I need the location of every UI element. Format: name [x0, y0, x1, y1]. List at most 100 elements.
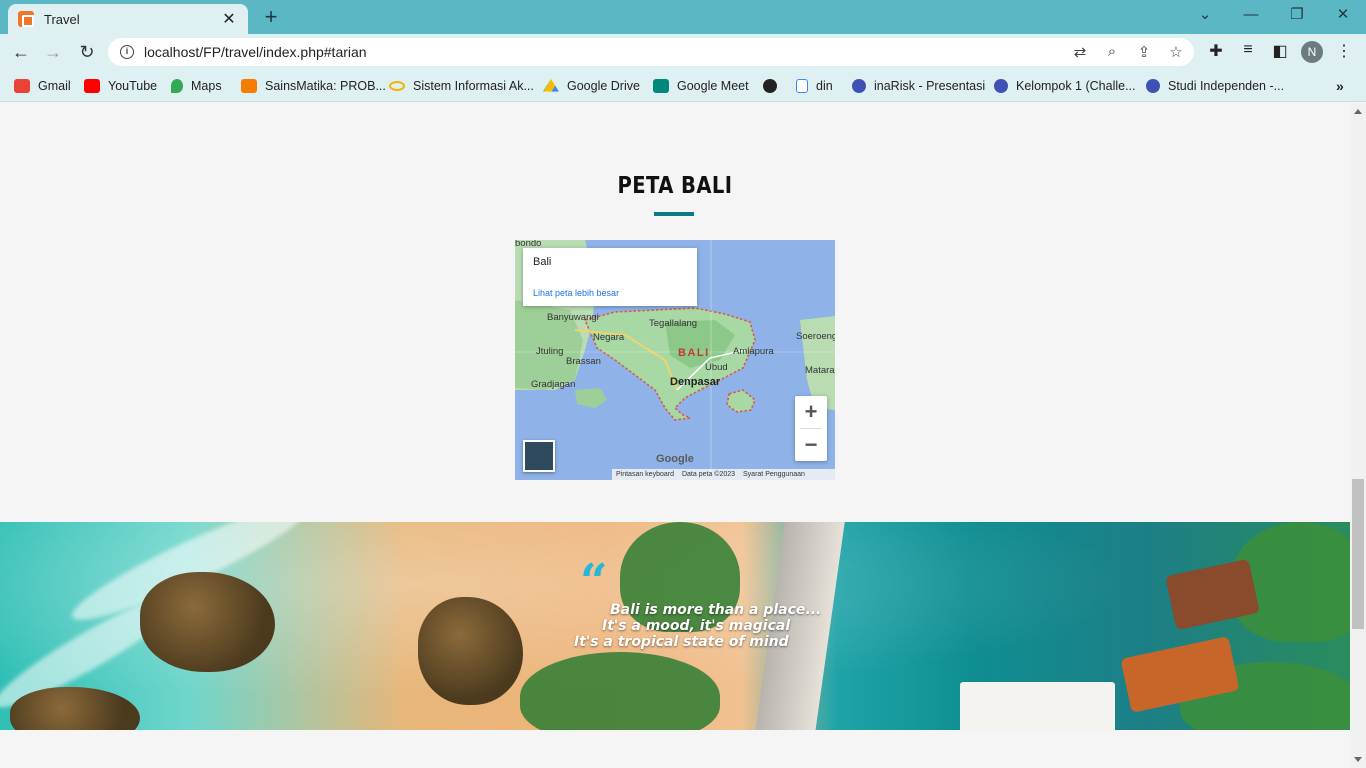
profile-avatar[interactable]: N	[1301, 41, 1323, 63]
tab-search-chevron-icon[interactable]: ⌄	[1182, 4, 1228, 26]
drive-icon	[543, 79, 559, 92]
bookmark-maps[interactable]: Maps	[171, 76, 222, 96]
bookmark-label: Gmail	[38, 79, 71, 93]
c-logo-icon	[852, 79, 866, 93]
c-logo-icon	[1146, 79, 1160, 93]
globe-icon	[763, 79, 777, 93]
close-window-button[interactable]: ✕	[1320, 4, 1366, 26]
terms-link[interactable]: Syarat Penggunaan	[743, 471, 805, 478]
xampp-favicon-icon	[18, 11, 34, 27]
bookmark-label: Maps	[191, 79, 222, 93]
map-attribution: Pintasan keyboard Data peta ©2023 Syarat…	[612, 469, 835, 480]
menu-kebab-icon[interactable]: ⋮	[1333, 41, 1355, 61]
bookmark-star-icon[interactable]: ☆	[1166, 43, 1186, 61]
more-bookmarks-chevron-icon[interactable]: »	[1336, 76, 1344, 96]
zoom-in-button[interactable]: +	[795, 396, 827, 428]
bookmark-din[interactable]: din	[796, 76, 833, 96]
reading-list-icon[interactable]: ≡	[1237, 41, 1259, 59]
section-title: PETA BALI	[617, 173, 733, 199]
zoom-out-button[interactable]: −	[795, 429, 827, 461]
address-bar[interactable]: i localhost/FP/travel/index.php#tarian ⇄…	[108, 38, 1194, 66]
meet-icon	[653, 79, 669, 93]
bookmark-google-meet[interactable]: Google Meet	[653, 76, 749, 96]
bookmarks-bar: Gmail YouTube Maps SainsMatika: PROB... …	[0, 70, 1366, 102]
map-label-mataram: Matara	[805, 365, 835, 376]
minimize-button[interactable]: —	[1228, 4, 1274, 26]
page-content: PETA BALI bondo Banyuwangi Tegallalang N…	[0, 103, 1350, 768]
bookmark-label: Sistem Informasi Ak...	[413, 79, 534, 93]
youtube-icon	[84, 79, 100, 93]
scroll-up-arrow-icon[interactable]	[1354, 109, 1362, 114]
browser-tab[interactable]: Travel ✕	[8, 4, 248, 34]
bookmark-label: Google Drive	[567, 79, 640, 93]
map-label-bali: BALI	[678, 347, 710, 359]
beach-rock	[140, 572, 275, 672]
browser-toolbar: ← → ↻ i localhost/FP/travel/index.php#ta…	[0, 34, 1366, 70]
map-label-amlapura: Amlapura	[733, 346, 774, 357]
blogger-icon	[241, 79, 257, 93]
google-logo: Google	[656, 453, 694, 465]
bookmark-google-drive[interactable]: Google Drive	[543, 76, 640, 96]
bookmark-sainsmatika[interactable]: SainsMatika: PROB...	[241, 76, 386, 96]
quote-mark-icon: “	[580, 554, 608, 610]
translate-icon[interactable]: ⇄	[1070, 43, 1090, 61]
close-tab-icon[interactable]: ✕	[220, 9, 238, 29]
bookmark-label: YouTube	[108, 79, 158, 93]
title-underline	[654, 212, 694, 216]
bookmark-label: Kelompok 1 (Challe...	[1016, 79, 1136, 93]
tab-strip: Travel ✕ + ⌄ — ❐ ✕	[0, 0, 1366, 34]
bookmark-inarisk[interactable]: inaRisk - Presentasi	[852, 76, 985, 96]
view-larger-map-link[interactable]: Lihat peta lebih besar	[533, 288, 619, 298]
bookmark-label: inaRisk - Presentasi	[874, 79, 986, 93]
page-scrollbar[interactable]	[1350, 103, 1366, 768]
c-logo-icon	[994, 79, 1008, 93]
bookmark-kelompok[interactable]: Kelompok 1 (Challe...	[994, 76, 1136, 96]
site-info-icon[interactable]: i	[120, 45, 134, 59]
document-icon	[796, 79, 808, 93]
bookmark-label: din	[816, 79, 833, 93]
tab-title: Travel	[44, 11, 80, 27]
beach-rock	[418, 597, 523, 705]
map-label-brassan: Brassan	[566, 356, 601, 367]
scroll-down-arrow-icon[interactable]	[1354, 757, 1362, 762]
url-text[interactable]: localhost/FP/travel/index.php#tarian	[144, 44, 367, 60]
bookmark-globe[interactable]	[763, 76, 785, 96]
map-layer-toggle[interactable]	[523, 440, 555, 472]
bookmark-youtube[interactable]: YouTube	[84, 76, 157, 96]
sun-lounger	[960, 682, 1115, 730]
extensions-icon[interactable]: ✚	[1205, 41, 1227, 61]
map-label-negara: Negara	[593, 332, 625, 343]
bookmark-label: Google Meet	[677, 79, 749, 93]
embedded-map[interactable]: bondo Banyuwangi Tegallalang Negara BALI…	[515, 240, 835, 480]
map-label-banyuwangi: Banyuwangi	[547, 312, 599, 323]
map-zoom-controls: + −	[795, 396, 827, 461]
map-label-jtuling: Jtuling	[536, 346, 564, 357]
maps-icon	[171, 79, 183, 93]
side-panel-icon[interactable]: ◧	[1269, 41, 1291, 61]
share-icon[interactable]: ⇪	[1134, 43, 1154, 61]
map-label-tegallalang: Tegallalang	[649, 318, 698, 329]
restore-button[interactable]: ❐	[1274, 4, 1320, 26]
bookmark-label: SainsMatika: PROB...	[265, 79, 386, 93]
new-tab-button[interactable]: +	[260, 6, 282, 28]
reload-button[interactable]: ↻	[74, 40, 100, 64]
forward-button[interactable]: →	[40, 40, 66, 64]
map-data-text: Data peta ©2023	[681, 471, 736, 478]
quote-line-3: It's a tropical state of mind	[574, 634, 789, 650]
bookmark-sistem-informasi[interactable]: Sistem Informasi Ak...	[389, 76, 534, 96]
bookmark-studi-independen[interactable]: Studi Independen -...	[1146, 76, 1284, 96]
scroll-thumb[interactable]	[1352, 479, 1364, 629]
bookmark-label: Studi Independen -...	[1168, 79, 1285, 93]
map-label-ubud: Ubud	[705, 362, 728, 373]
map-card-title: Bali	[533, 256, 552, 268]
back-button[interactable]: ←	[8, 40, 34, 64]
map-label-seroeng: Soeroeng	[796, 331, 835, 342]
infinity-icon	[389, 81, 405, 91]
map-label-gradjagan: Gradjagan	[531, 379, 576, 390]
quote-banner: “ Bali is more than a place... It's a mo…	[0, 522, 1350, 730]
quote-line-2: It's a mood, it's magical	[602, 618, 791, 634]
quote-line-1: Bali is more than a place...	[610, 602, 822, 618]
bookmark-gmail[interactable]: Gmail	[14, 76, 71, 96]
zoom-icon[interactable]: ⌕	[1102, 43, 1122, 60]
keyboard-shortcuts-link[interactable]: Pintasan keyboard	[616, 471, 674, 478]
